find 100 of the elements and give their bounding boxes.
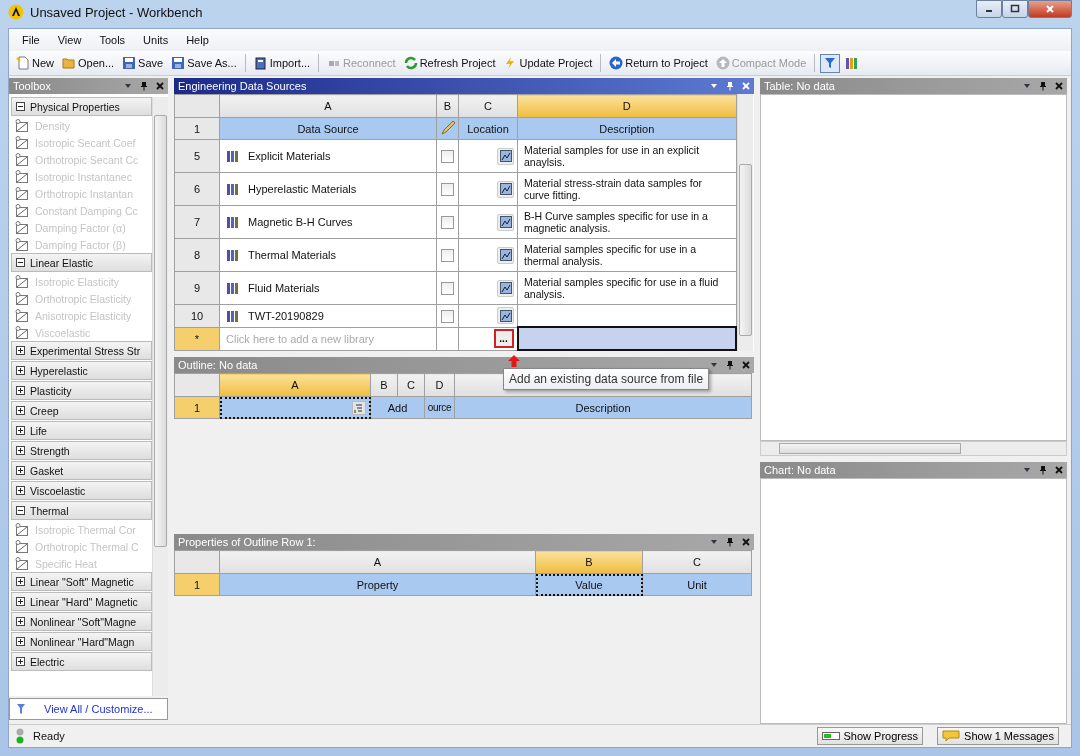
toolbox-group-header[interactable]: Linear Elastic [11,253,152,272]
location-button[interactable] [497,213,514,231]
expander-icon[interactable] [16,597,25,606]
toolbar-button[interactable]: Return to Project [606,55,711,71]
location-button[interactable] [497,180,514,198]
table-cell[interactable] [517,327,736,350]
expander-icon[interactable] [16,657,25,666]
expander-icon[interactable] [16,486,25,495]
column-header[interactable]: B [370,373,398,397]
toolbox-group-header[interactable]: Nonlinear "Hard"Magn [11,632,152,651]
pin-icon[interactable] [1039,465,1047,475]
sort-icon[interactable] [352,400,366,415]
menu-item[interactable]: Tools [92,32,133,48]
toolbox-group-header[interactable]: Creep [11,401,152,420]
column-header[interactable]: A [219,373,371,397]
toolbox-group-header[interactable]: Hyperelastic [11,361,152,380]
checkbox[interactable] [441,309,454,323]
toolbar-button[interactable]: Refresh Project [400,55,499,71]
column-header[interactable]: A [219,550,536,574]
pin-icon[interactable] [1039,81,1047,91]
column-header[interactable]: C [642,550,752,574]
close-icon[interactable] [1055,466,1063,474]
expander-icon[interactable] [16,346,25,355]
location-button[interactable] [497,147,514,165]
toolbox-group-header[interactable]: Physical Properties [11,97,152,116]
dropdown-icon[interactable] [124,82,132,90]
column-header[interactable]: D [424,373,455,397]
pin-icon[interactable] [726,537,734,547]
show-messages-button[interactable]: Show 1 Messages [937,727,1059,745]
toolbar-button[interactable]: Import... [250,55,314,71]
dropdown-icon[interactable] [710,361,718,369]
close-button[interactable] [1028,0,1072,18]
toolbox-group-header[interactable]: Linear "Soft" Magnetic [11,572,152,591]
toolbar-button[interactable]: Update Project [500,55,596,71]
expander-icon[interactable] [16,102,25,111]
menu-item[interactable]: View [50,32,89,48]
toolbox-group-header[interactable]: Thermal [11,501,152,520]
close-icon[interactable] [156,82,164,90]
menu-item[interactable]: Units [136,32,176,48]
toolbox-group-header[interactable]: Strength [11,441,152,460]
expander-icon[interactable] [16,406,25,415]
expander-icon[interactable] [16,386,25,395]
dropdown-icon[interactable] [710,538,718,546]
close-icon[interactable] [742,361,750,369]
dropdown-icon[interactable] [710,82,718,90]
toolbox-group-header[interactable]: Viscoelastic [11,481,152,500]
pin-icon[interactable] [726,360,734,370]
minimize-button[interactable] [976,0,1002,18]
toolbox-group-header[interactable]: Life [11,421,152,440]
column-header[interactable]: C [397,373,425,397]
expander-icon[interactable] [16,637,25,646]
row-number: 1 [174,396,220,419]
maximize-button[interactable] [1002,0,1028,18]
toolbar-button[interactable]: Save As... [168,55,240,71]
column-header[interactable]: B [535,550,643,574]
toolbox-group-header[interactable]: Plasticity [11,381,152,400]
show-progress-button[interactable]: Show Progress [816,727,924,745]
table-cell: TWT-20190829 [248,309,324,322]
column-header[interactable]: C [458,94,518,118]
view-all-link[interactable]: View All / Customize... [9,698,168,720]
expander-icon[interactable] [16,258,25,267]
toolbox-group-header[interactable]: Electric [11,652,152,671]
toolbar-button[interactable]: New [13,55,57,71]
toolbox-group-header[interactable]: Linear "Hard" Magnetic [11,592,152,611]
expander-icon[interactable] [16,506,25,515]
pin-icon[interactable] [726,81,734,91]
column-header[interactable]: D [517,94,736,118]
checkbox[interactable] [441,182,454,196]
column-header[interactable]: B [436,94,459,118]
location-button[interactable] [497,307,514,325]
checkbox[interactable] [441,281,454,295]
close-icon[interactable] [1055,82,1063,90]
checkbox[interactable] [441,248,454,262]
expander-icon[interactable] [16,617,25,626]
location-button[interactable] [497,246,514,264]
toolbox-group-header[interactable]: Experimental Stress Str [11,341,152,360]
toolbox-group-header[interactable]: Gasket [11,461,152,480]
scrollbar[interactable] [152,97,168,696]
menu-item[interactable]: File [15,32,47,48]
checkbox[interactable] [441,215,454,229]
expander-icon[interactable] [16,577,25,586]
column-header[interactable]: A [219,94,437,118]
toolbar-button[interactable]: Open... [59,55,118,71]
expander-icon[interactable] [16,446,25,455]
expander-icon[interactable] [16,426,25,435]
scrollbar[interactable] [737,94,753,351]
expander-icon[interactable] [16,366,25,375]
menu-item[interactable]: Help [179,32,216,48]
toolbar-button[interactable]: Save [119,55,167,71]
expander-icon[interactable] [16,466,25,475]
checkbox[interactable] [441,149,454,163]
filter-toggle[interactable] [820,53,841,73]
pin-icon[interactable] [140,81,148,91]
browse-button[interactable]: ... [493,329,514,348]
dropdown-icon[interactable] [1023,466,1031,474]
scrollbar[interactable] [760,441,1067,456]
toolbox-group-header[interactable]: Nonlinear "Soft"Magne [11,612,152,631]
dropdown-icon[interactable] [1023,82,1031,90]
location-button[interactable] [497,279,514,297]
close-icon[interactable] [742,538,750,546]
